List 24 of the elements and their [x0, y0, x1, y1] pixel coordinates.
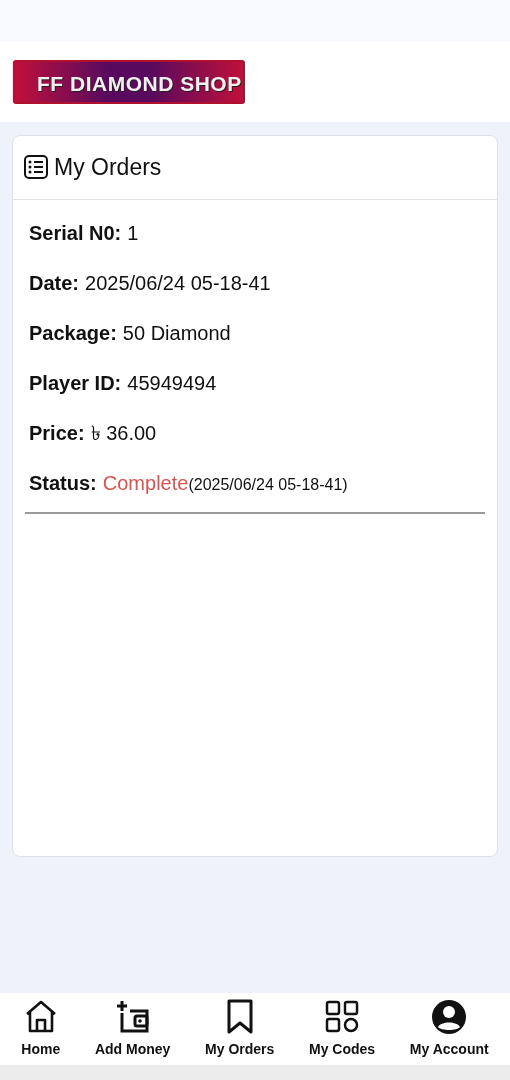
field-value: 1	[127, 220, 139, 246]
logo: FF DIAMOND SHOP	[13, 60, 245, 104]
nav-item[interactable]: My Account	[409, 998, 489, 1060]
field-label: Status:	[29, 470, 97, 496]
field-value: 45949494	[127, 370, 217, 396]
field-value: ৳ 36.00	[90, 420, 157, 446]
account-icon	[431, 998, 468, 1035]
field-label: Package:	[29, 320, 117, 346]
field-value: 50 Diamond	[122, 320, 231, 346]
field-label: Player ID:	[29, 370, 122, 396]
field-label: Date:	[29, 270, 79, 296]
grid-icon	[324, 998, 361, 1035]
nav-item[interactable]: My Codes	[309, 998, 376, 1060]
list-icon	[24, 155, 48, 180]
status-value: Complete	[102, 470, 189, 496]
nav-item[interactable]: My Orders	[205, 998, 275, 1060]
card-title: My Orders	[54, 153, 162, 182]
field-label: Serial N0:	[29, 220, 122, 246]
field-value: 2025/06/24 05-18-41	[85, 270, 271, 296]
field-label: Price:	[29, 420, 85, 446]
nav-item[interactable]: Home	[21, 998, 61, 1060]
status-time: (2025/06/24 05-18-41)	[188, 474, 348, 493]
wallet-icon	[114, 998, 151, 1035]
nav-item[interactable]: Add Money	[94, 998, 171, 1060]
